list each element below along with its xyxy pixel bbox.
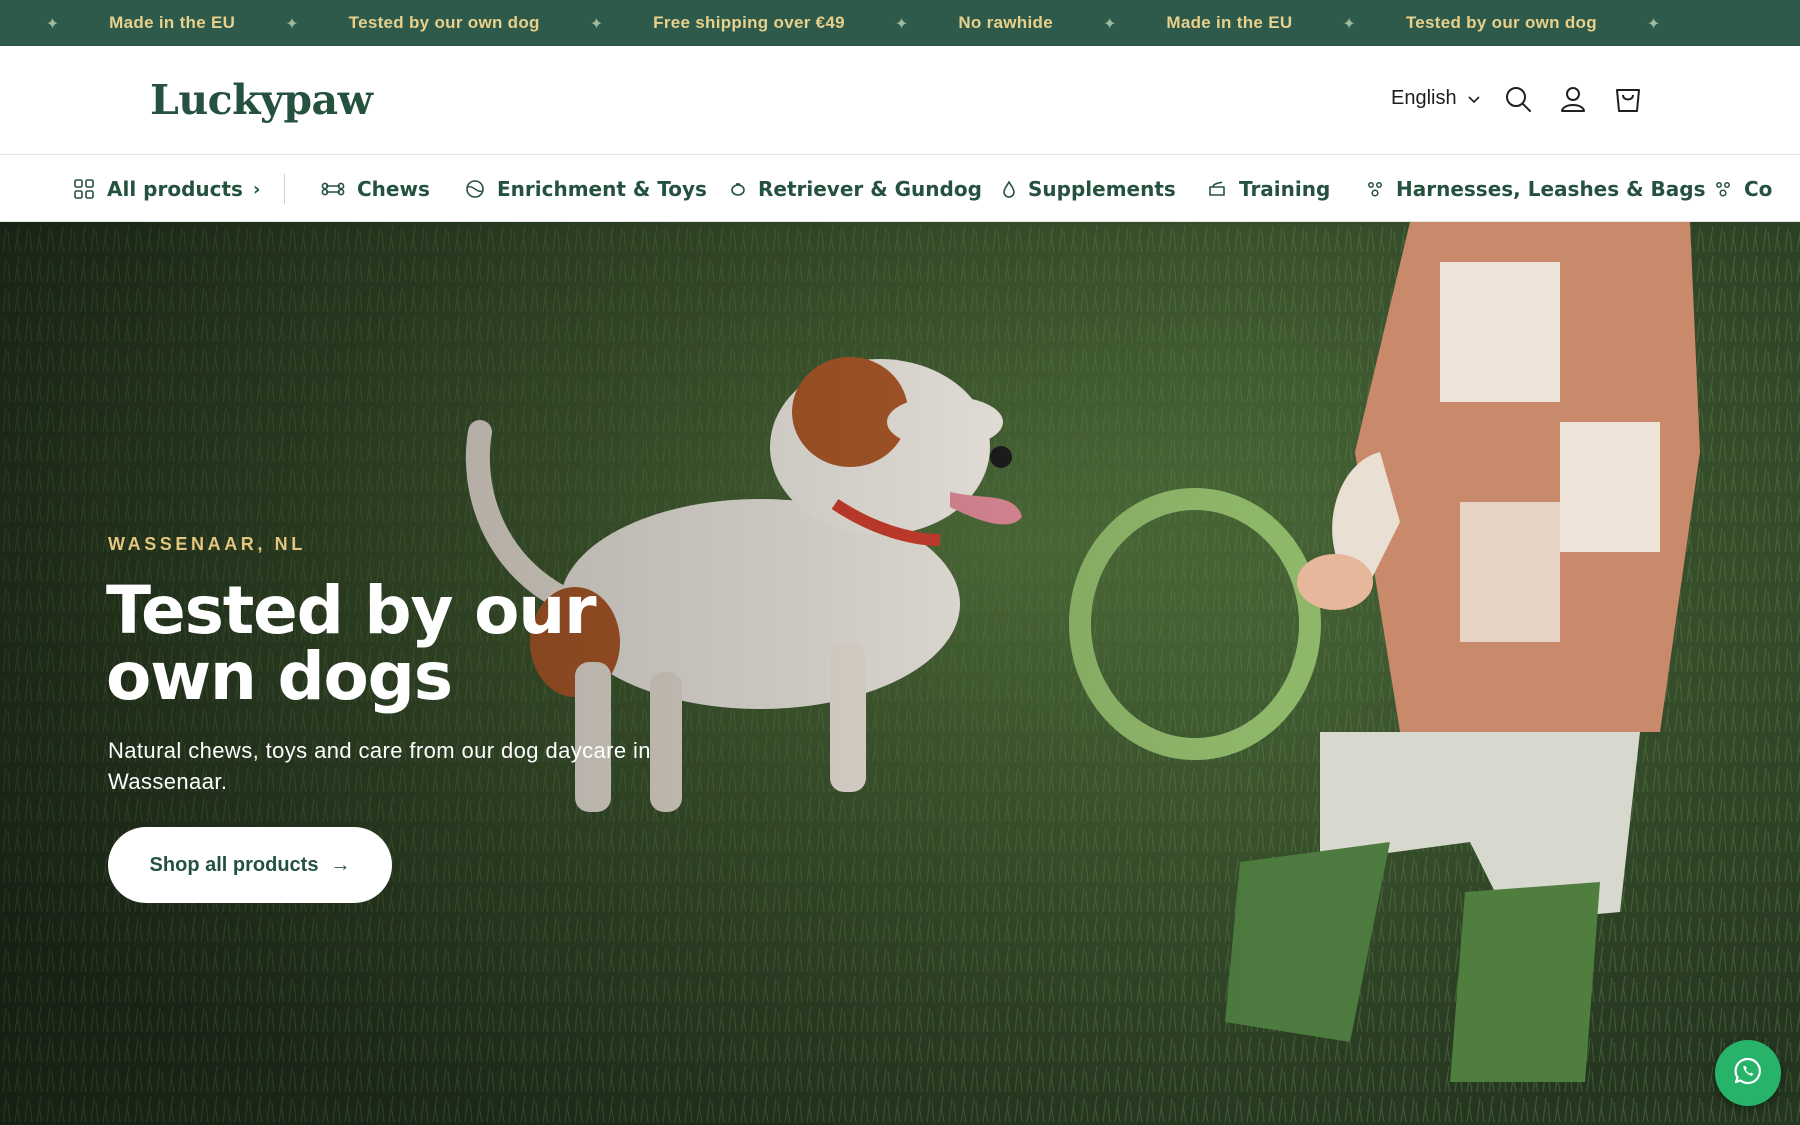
- language-selector[interactable]: English: [1391, 87, 1481, 110]
- hero-title: Tested by our own dogs: [106, 572, 597, 715]
- site-header: Luckypaw English: [0, 46, 1800, 155]
- bone-icon: [321, 182, 345, 196]
- announcement-item: Tested by our own dog: [348, 13, 540, 32]
- nav-divider: [284, 174, 285, 204]
- nav-label: Supplements: [1028, 177, 1176, 201]
- nav-item-all-products[interactable]: All products ›: [73, 156, 261, 221]
- search-icon[interactable]: [1503, 84, 1533, 114]
- star-icon: ✦: [1102, 13, 1117, 33]
- star-icon: ✦: [894, 13, 909, 33]
- nav-item-harnesses-leashes-bags[interactable]: Harnesses, Leashes & Bags: [1366, 156, 1706, 221]
- star-icon: ✦: [1646, 13, 1661, 33]
- shop-all-label: Shop all products: [149, 853, 319, 876]
- announcement-item: No rawhide: [958, 13, 1053, 32]
- drop-icon: [1002, 180, 1016, 198]
- announcement-item: Made in the EU: [109, 13, 236, 32]
- paw-icon: [1714, 180, 1732, 198]
- pouch-icon: [1207, 180, 1227, 198]
- nav-label: Harnesses, Leashes & Bags: [1396, 177, 1706, 201]
- dummy-icon: [730, 181, 746, 197]
- nav-item-retriever-gundog[interactable]: Retriever & Gundog: [730, 156, 982, 221]
- shop-all-button[interactable]: Shop all products →: [108, 827, 392, 903]
- nav-item-enrichment-toys[interactable]: Enrichment & Toys: [465, 156, 707, 221]
- announcement-track: e ✦ Made in the EU ✦ Tested by our own d…: [0, 0, 1710, 46]
- chevron-right-icon: ›: [252, 178, 261, 200]
- star-icon: ✦: [1342, 13, 1356, 33]
- nav-label: Enrichment & Toys: [497, 177, 707, 201]
- arrow-right-icon: →: [330, 853, 351, 876]
- announcement-item: Free shipping over €49: [653, 13, 845, 32]
- nav-item-training[interactable]: Training: [1207, 156, 1331, 221]
- announcement-bar: e ✦ Made in the EU ✦ Tested by our own d…: [0, 0, 1800, 46]
- nav-label: Chews: [357, 177, 430, 201]
- star-icon: ✦: [45, 13, 60, 33]
- hero-subtitle: Natural chews, toys and care from our do…: [108, 738, 651, 794]
- logo[interactable]: Luckypaw: [150, 76, 373, 124]
- whatsapp-chat-button[interactable]: [1715, 1040, 1781, 1106]
- cart-icon[interactable]: [1613, 84, 1643, 114]
- ball-icon: [465, 179, 485, 199]
- nav-label: Training: [1239, 177, 1331, 201]
- nav-item-supplements[interactable]: Supplements: [1002, 156, 1176, 221]
- announcement-item: Made in the EU: [1166, 13, 1293, 32]
- account-icon[interactable]: [1558, 84, 1588, 114]
- star-icon: ✦: [285, 13, 299, 33]
- hero-banner: WASSENAAR, NL Tested by our own dogs Nat…: [0, 222, 1800, 1125]
- nav-label: Retriever & Gundog: [758, 177, 982, 201]
- paw-icon: [1366, 180, 1384, 198]
- announcement-item: Tested by our own dog: [1405, 13, 1597, 32]
- hero-eyebrow: WASSENAAR, NL: [108, 534, 306, 554]
- chevron-down-icon: [1467, 94, 1481, 104]
- nav-label: Co: [1744, 177, 1773, 201]
- nav-item-partial[interactable]: Co: [1714, 156, 1773, 221]
- language-label: English: [1391, 87, 1457, 109]
- star-icon: ✦: [589, 13, 604, 33]
- nav-label: All products: [107, 177, 243, 201]
- whatsapp-icon: [1732, 1055, 1764, 1091]
- nav-item-chews[interactable]: Chews: [321, 156, 430, 221]
- category-nav: All products › Chews Enrichment & Toys R…: [0, 156, 1800, 222]
- grid-icon: [73, 178, 95, 200]
